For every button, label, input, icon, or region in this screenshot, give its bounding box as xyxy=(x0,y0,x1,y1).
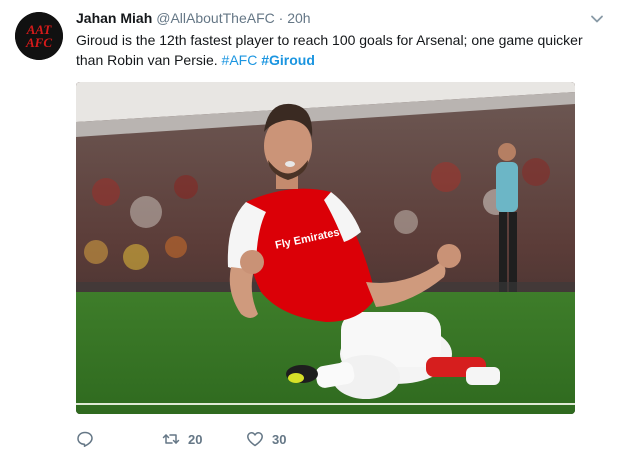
tweet-timestamp[interactable]: 20h xyxy=(287,10,310,26)
avatar-logo: AAT AFC xyxy=(15,12,63,60)
author-handle[interactable]: @AllAboutTheAFC xyxy=(156,10,274,26)
avatar-text-bottom: AFC xyxy=(25,35,52,50)
tweet-text: Giroud is the 12th fastest player to rea… xyxy=(76,30,596,70)
author-name[interactable]: Jahan Miah xyxy=(76,10,152,26)
hashtag-giroud[interactable]: #Giroud xyxy=(261,52,315,68)
retweet-icon xyxy=(162,434,180,444)
retweet-button[interactable]: 20 xyxy=(162,428,202,450)
header-separator: · xyxy=(278,10,284,26)
like-button[interactable]: 30 xyxy=(246,428,286,450)
reply-button[interactable] xyxy=(76,428,94,450)
tweet-body: Giroud is the 12th fastest player to rea… xyxy=(76,32,583,68)
reply-icon xyxy=(77,431,93,447)
photo-image: Fly Emirates xyxy=(76,82,575,414)
chevron-down-icon[interactable] xyxy=(590,12,604,26)
hashtag-afc[interactable]: #AFC xyxy=(222,52,258,68)
avatar[interactable]: AAT AFC xyxy=(15,12,63,60)
tweet-header: Jahan Miah @AllAboutTheAFC · 20h xyxy=(76,10,584,28)
tweet-photo[interactable]: Fly Emirates xyxy=(76,82,575,414)
retweet-count: 20 xyxy=(188,431,203,447)
like-count: 30 xyxy=(272,431,287,447)
heart-icon xyxy=(247,432,263,447)
tweet-card[interactable]: AAT AFC Jahan Miah @AllAboutTheAFC · 20h … xyxy=(0,0,620,463)
